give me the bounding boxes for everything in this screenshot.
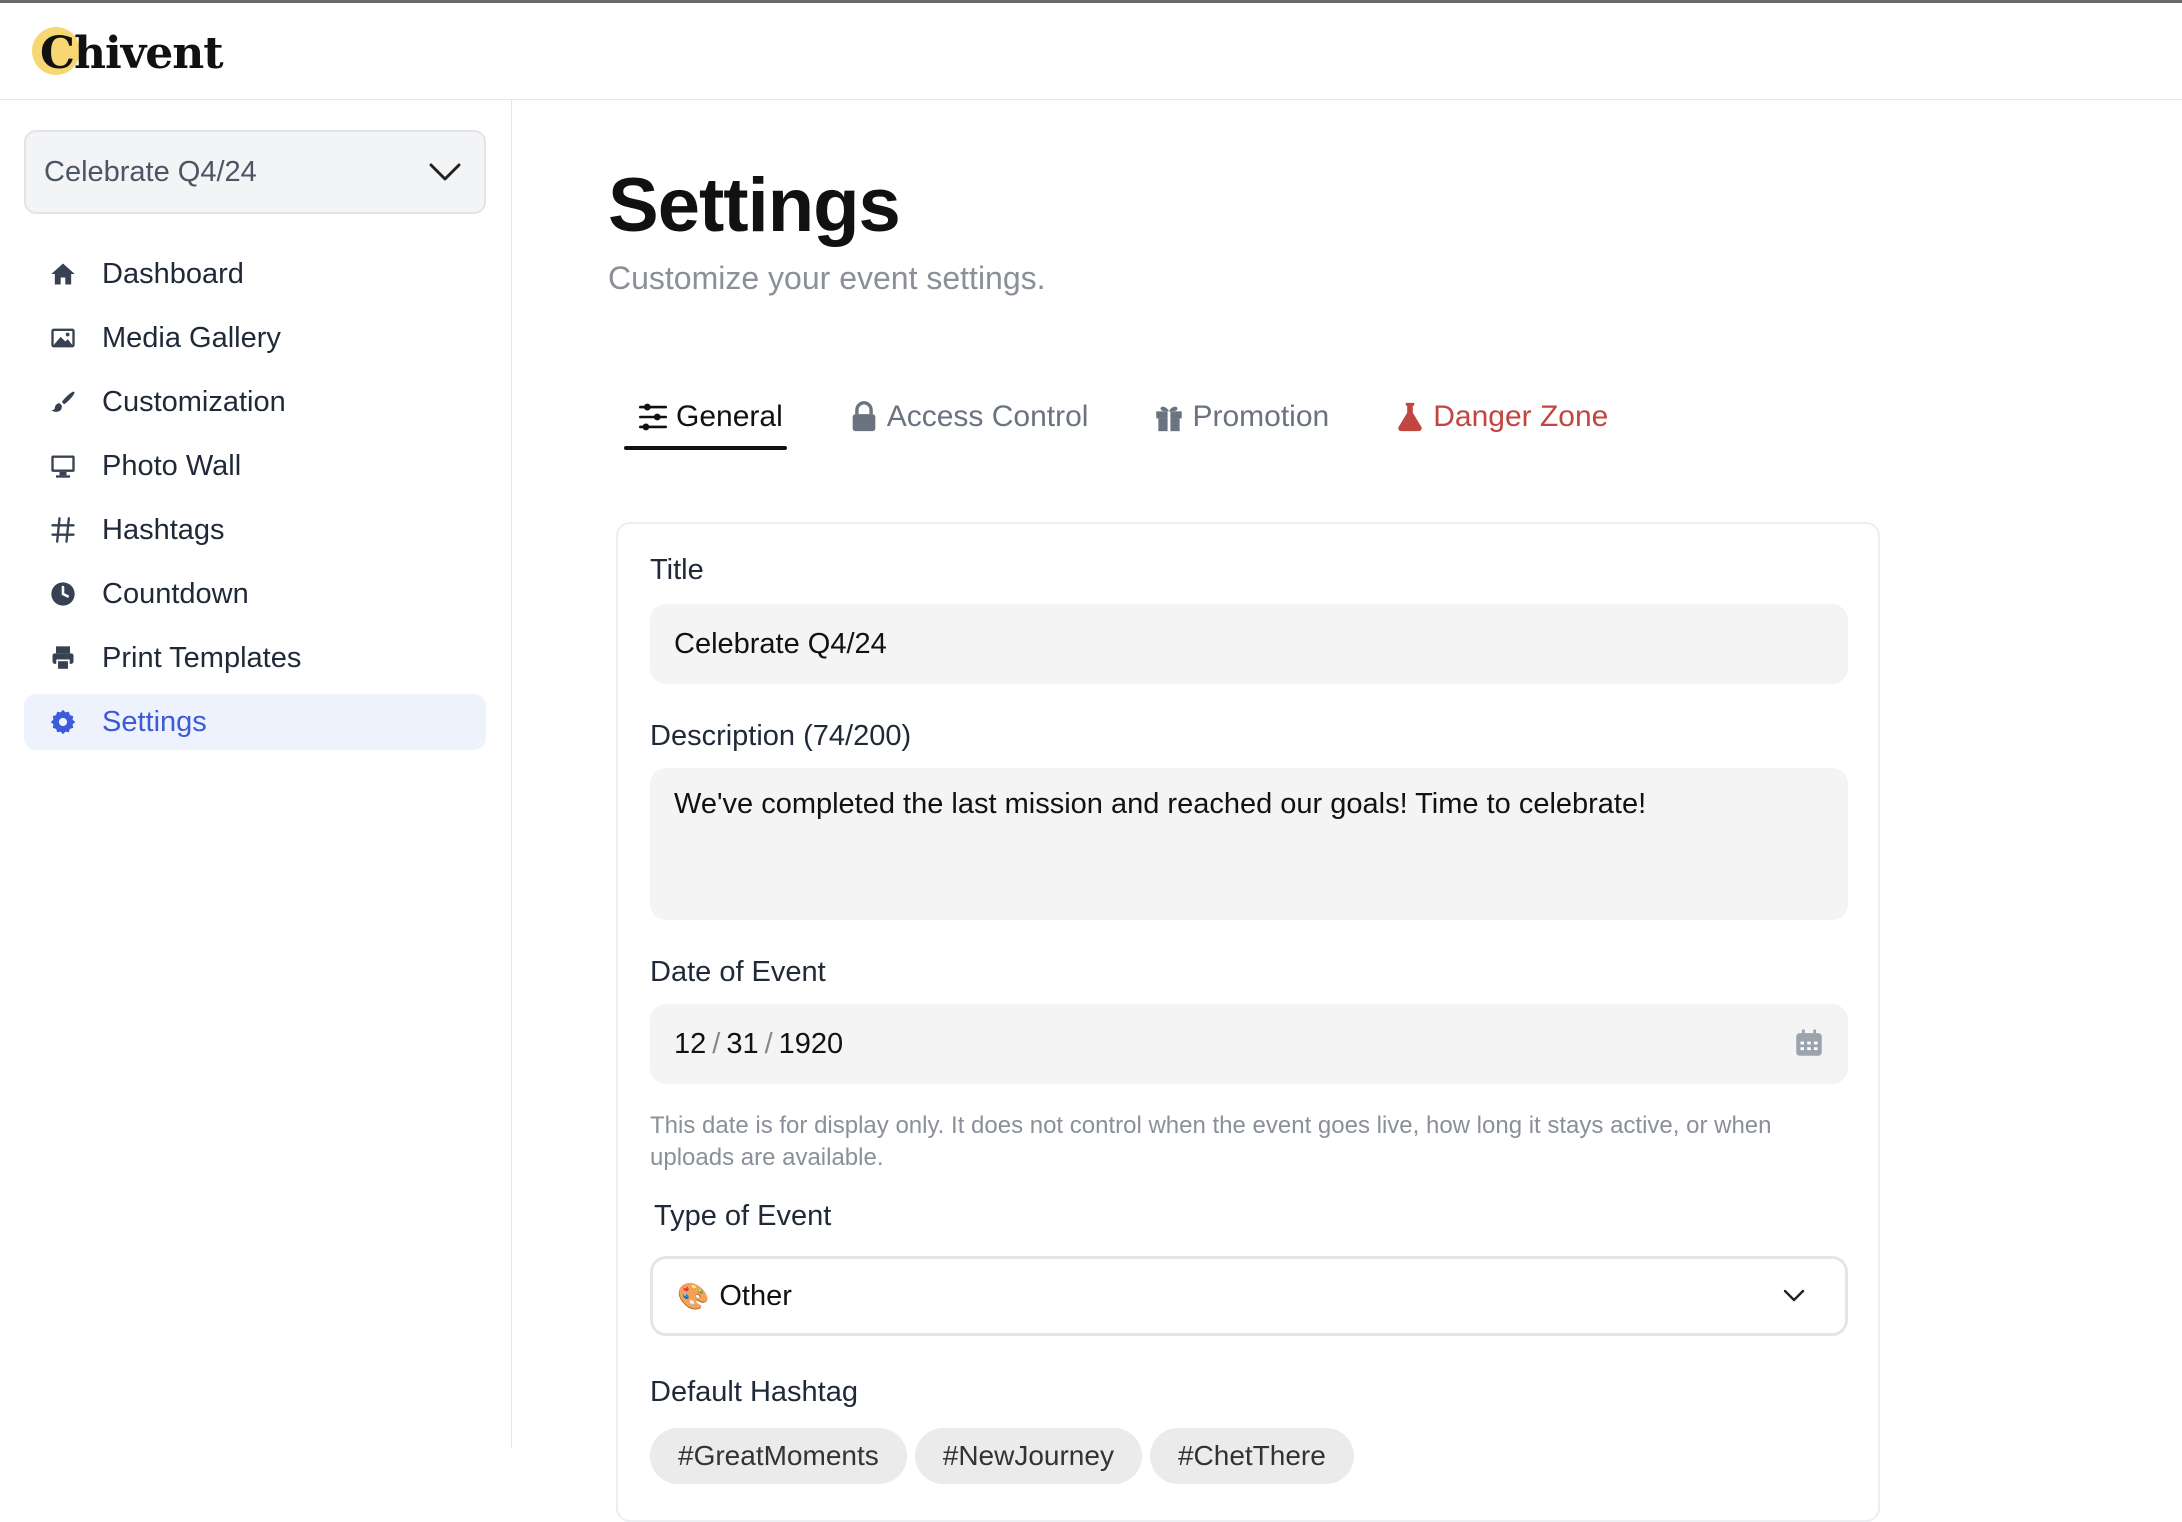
general-settings-card: Title Celebrate Q4/24 Description (74/20… xyxy=(616,522,1880,1522)
sidebar-item-label: Hashtags xyxy=(102,513,225,546)
page-subtitle: Customize your event settings. xyxy=(608,260,1046,296)
tab-label: Danger Zone xyxy=(1433,400,1609,433)
event-selector-value: Celebrate Q4/24 xyxy=(44,155,257,188)
date-help-text: This date is for display only. It does n… xyxy=(650,1112,1772,1171)
hashtag-chip[interactable]: #NewJourney xyxy=(914,1428,1142,1484)
sidebar-item-customization[interactable]: Customization xyxy=(24,374,486,430)
main-content: Settings Customize your event settings. … xyxy=(512,100,2182,1522)
lock-icon xyxy=(852,401,876,432)
hashtag-chips: #GreatMoments #NewJourney #ChetThere xyxy=(650,1428,1362,1484)
date-month[interactable]: 12 xyxy=(674,1028,706,1061)
sidebar-nav: Dashboard Media Gallery Customization Ph… xyxy=(24,246,486,758)
event-selector[interactable]: Celebrate Q4/24 xyxy=(24,130,486,214)
tab-danger-zone[interactable]: Danger Zone xyxy=(1393,390,1608,444)
sidebar-item-label: Photo Wall xyxy=(102,449,242,482)
date-separator: / xyxy=(712,1027,721,1060)
flask-icon xyxy=(1398,402,1422,432)
sidebar-item-print-templates[interactable]: Print Templates xyxy=(24,630,486,686)
tab-label: Promotion xyxy=(1192,400,1330,433)
description-textarea[interactable]: We've completed the last mission and rea… xyxy=(650,768,1848,920)
date-day[interactable]: 31 xyxy=(726,1028,758,1061)
event-type-label: Type of Event xyxy=(654,1200,832,1232)
sidebar-item-media-gallery[interactable]: Media Gallery xyxy=(24,310,486,366)
sidebar: Celebrate Q4/24 Dashboard Media Gallery … xyxy=(0,100,512,1448)
logo-text: Chivent xyxy=(40,27,224,79)
calendar-icon[interactable] xyxy=(1792,1026,1826,1060)
title-input[interactable]: Celebrate Q4/24 xyxy=(650,604,1848,684)
settings-tabs: General Access Control Promotion Danger … xyxy=(624,390,1672,450)
gift-icon xyxy=(1156,406,1183,432)
sidebar-item-dashboard[interactable]: Dashboard xyxy=(24,246,486,302)
sidebar-item-photo-wall[interactable]: Photo Wall xyxy=(24,438,486,494)
date-input[interactable]: 12 / 31 / 1920 xyxy=(650,1004,1848,1084)
sidebar-item-label: Settings xyxy=(102,705,207,738)
sidebar-item-label: Media Gallery xyxy=(102,321,281,354)
tab-general[interactable]: General xyxy=(624,390,787,450)
hashtag-chip[interactable]: #GreatMoments xyxy=(650,1428,907,1484)
clock-icon xyxy=(48,579,78,609)
chevron-down-icon xyxy=(1783,1289,1805,1302)
gear-icon xyxy=(48,707,78,737)
tab-access-control[interactable]: Access Control xyxy=(847,390,1089,444)
chivent-logo[interactable]: Chivent xyxy=(32,25,224,81)
tab-promotion[interactable]: Promotion xyxy=(1152,390,1329,444)
sidebar-item-settings[interactable]: Settings xyxy=(24,694,486,750)
tab-label: General xyxy=(676,400,783,433)
sidebar-item-countdown[interactable]: Countdown xyxy=(24,566,486,622)
sidebar-item-label: Print Templates xyxy=(102,641,302,674)
home-icon xyxy=(48,259,78,289)
sliders-icon xyxy=(638,403,668,431)
description-textarea-value: We've completed the last mission and rea… xyxy=(674,788,1647,820)
sidebar-item-label: Customization xyxy=(102,385,286,418)
chevron-down-icon xyxy=(429,163,461,181)
description-label: Description (74/200) xyxy=(650,720,912,752)
date-label: Date of Event xyxy=(650,956,826,988)
page-title: Settings xyxy=(608,163,901,248)
printer-icon xyxy=(48,643,78,673)
title-input-value: Celebrate Q4/24 xyxy=(674,627,887,660)
tab-label: Access Control xyxy=(886,400,1089,433)
paintbrush-icon xyxy=(48,387,78,417)
hashtag-chip[interactable]: #ChetThere xyxy=(1149,1428,1354,1484)
date-year[interactable]: 1920 xyxy=(779,1028,844,1061)
monitor-icon xyxy=(48,451,78,481)
title-label: Title xyxy=(650,554,704,586)
sidebar-item-hashtags[interactable]: Hashtags xyxy=(24,502,486,558)
date-separator: / xyxy=(764,1027,773,1060)
event-type-value: Other xyxy=(719,1279,792,1312)
top-bar: Chivent xyxy=(0,0,2182,100)
default-hashtag-label: Default Hashtag xyxy=(650,1376,858,1408)
hashtag-icon xyxy=(48,515,78,545)
sidebar-item-label: Dashboard xyxy=(102,257,244,290)
event-type-select[interactable]: 🎨 Other xyxy=(650,1256,1848,1336)
sidebar-item-label: Countdown xyxy=(102,577,249,610)
image-icon xyxy=(48,323,78,353)
palette-icon: 🎨 xyxy=(677,1280,710,1311)
